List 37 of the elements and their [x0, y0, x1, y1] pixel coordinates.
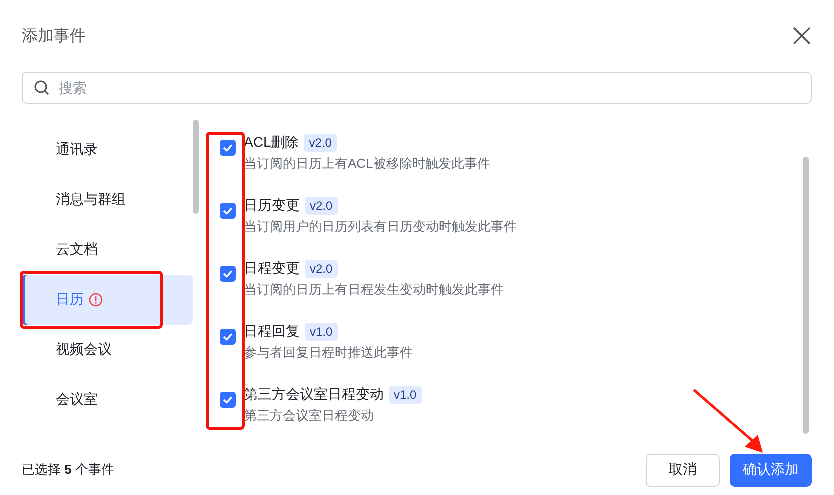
checkbox[interactable]	[220, 392, 236, 408]
cancel-button[interactable]: 取消	[646, 454, 720, 486]
checkbox[interactable]	[220, 329, 236, 345]
event-description: 当订阅用户的日历列表有日历变动时触发此事件	[244, 218, 517, 236]
version-tag: v1.0	[389, 386, 422, 404]
category-item[interactable]: 云文档	[22, 225, 193, 275]
event-name: 日程变更	[244, 260, 300, 278]
event-name: 日程回复	[244, 323, 300, 341]
category-item[interactable]: 视频会议	[22, 325, 193, 375]
confirm-button[interactable]: 确认添加	[730, 454, 812, 486]
check-icon	[223, 333, 233, 341]
event-description: 参与者回复日程时推送此事件	[244, 344, 413, 362]
close-icon[interactable]	[793, 27, 811, 45]
check-icon	[223, 144, 233, 152]
event-name: 第三方会议室日程变动	[244, 386, 384, 404]
version-tag: v2.0	[305, 197, 338, 215]
category-item[interactable]: 通讯录	[22, 125, 193, 175]
event-description: 当订阅的日历上有ACL被移除时触发此事件	[244, 155, 490, 173]
event-name: 日历变更	[244, 197, 300, 215]
selection-summary: 已选择 5 个事件	[22, 461, 114, 479]
dialog-title: 添加事件	[22, 26, 86, 46]
version-tag: v2.0	[304, 134, 337, 152]
category-item[interactable]: 会议室	[22, 375, 193, 425]
check-icon	[223, 396, 233, 404]
event-description: 当订阅的日历上有日程发生变动时触发此事件	[244, 281, 504, 299]
event-name: ACL删除	[244, 134, 300, 152]
check-icon	[223, 270, 233, 278]
checkbox[interactable]	[220, 266, 236, 282]
check-icon	[223, 207, 233, 215]
event-description: 第三方会议室日程变动	[244, 407, 375, 425]
version-tag: v2.0	[305, 260, 338, 278]
checkbox[interactable]	[220, 203, 236, 219]
search-icon	[34, 80, 50, 96]
search-field[interactable]: 搜索	[22, 72, 812, 104]
checkbox[interactable]	[220, 140, 236, 156]
category-item[interactable]: 消息与群组	[22, 175, 193, 225]
version-tag: v1.0	[305, 323, 338, 341]
